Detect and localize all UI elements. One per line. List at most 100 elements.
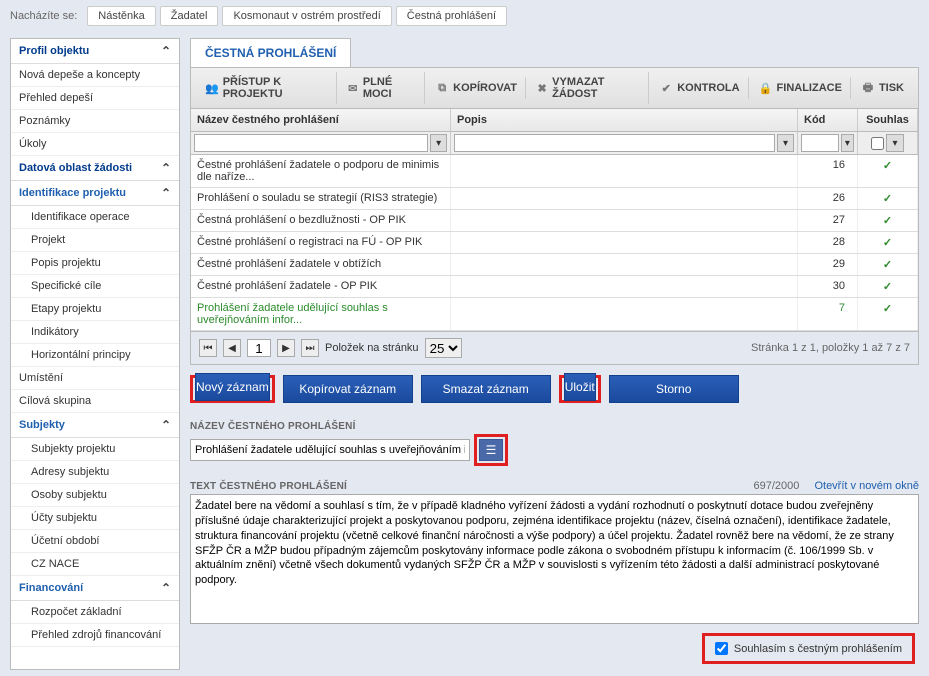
table-row[interactable]: Prohlášení o souladu se strategií (RIS3 … <box>191 188 918 210</box>
table-row[interactable]: Čestné prohlášení žadatele v obtížích29✓ <box>191 254 918 276</box>
char-counter: 697/2000 <box>754 480 800 492</box>
sidebar-item[interactable]: Horizontální principy <box>11 344 179 367</box>
table-row[interactable]: Čestná prohlášení o bezdlužnosti - OP PI… <box>191 210 918 232</box>
filter-icon[interactable]: ▾ <box>430 134 447 152</box>
cell-name: Čestné prohlášení o registraci na FÚ - O… <box>191 232 451 253</box>
sidebar-item-location[interactable]: Umístění <box>11 367 179 390</box>
sidebar-section-profile[interactable]: Profil objektu⌃ <box>11 39 179 64</box>
sidebar-item[interactable]: Indikátory <box>11 321 179 344</box>
pager-prev-icon[interactable]: ◀ <box>223 339 241 357</box>
cell-consent: ✓ <box>858 155 918 187</box>
sidebar-section-subjects[interactable]: Subjekty⌃ <box>11 413 179 438</box>
tool-check[interactable]: ✔KONTROLA <box>651 77 748 99</box>
new-button[interactable]: Nový záznam <box>195 373 270 401</box>
cell-code: 30 <box>798 276 858 297</box>
sidebar-item[interactable]: Poznámky <box>11 110 179 133</box>
sidebar-item[interactable]: Nová depeše a koncepty <box>11 64 179 87</box>
breadcrumb-item[interactable]: Kosmonaut v ostrém prostředí <box>222 6 391 26</box>
cell-consent: ✓ <box>858 298 918 330</box>
sidebar-item[interactable]: Rozpočet základní <box>11 601 179 624</box>
filter-icon[interactable]: ▾ <box>841 134 854 152</box>
sidebar-section-finance[interactable]: Financování⌃ <box>11 576 179 601</box>
check-icon: ✔ <box>659 81 673 95</box>
sidebar-item[interactable]: CZ NACE <box>11 553 179 576</box>
consent-label: Souhlasím s čestným prohlášením <box>734 643 902 655</box>
table-row[interactable]: Čestné prohlášení žadatele - OP PIK30✓ <box>191 276 918 298</box>
col-name[interactable]: Název čestného prohlášení <box>191 109 451 131</box>
action-bar: Nový záznam Kopírovat záznam Smazat zázn… <box>190 365 919 413</box>
cell-consent: ✓ <box>858 188 918 209</box>
cell-desc <box>451 254 798 275</box>
cell-desc <box>451 232 798 253</box>
cell-name: Prohlášení žadatele udělující souhlas s … <box>191 298 451 330</box>
sidebar-item[interactable]: Specifické cíle <box>11 275 179 298</box>
cell-code: 29 <box>798 254 858 275</box>
copy-record-button[interactable]: Kopírovat záznam <box>283 375 413 403</box>
sidebar-section-ident[interactable]: Identifikace projektu⌃ <box>11 181 179 206</box>
pager-next-icon[interactable]: ▶ <box>277 339 295 357</box>
sidebar-item[interactable]: Identifikace operace <box>11 206 179 229</box>
consent-checkbox[interactable] <box>715 642 728 655</box>
tool-print[interactable]: 🖶TISK <box>853 77 912 99</box>
breadcrumb-item[interactable]: Žadatel <box>160 6 219 26</box>
consent-checkbox-row[interactable]: Souhlasím s čestným prohlášením <box>707 638 910 659</box>
list-picker-icon[interactable]: ☰ <box>479 439 503 461</box>
sidebar-item-target[interactable]: Cílová skupina <box>11 390 179 413</box>
name-label: NÁZEV ČESTNÉHO PROHLÁŠENÍ <box>190 421 919 432</box>
tool-access[interactable]: 👥PŘÍSTUP K PROJEKTU <box>197 72 337 104</box>
table-row[interactable]: Čestné prohlášení o registraci na FÚ - O… <box>191 232 918 254</box>
table-row[interactable]: Čestné prohlášení žadatele o podporu de … <box>191 155 918 188</box>
cell-name: Čestné prohlášení žadatele - OP PIK <box>191 276 451 297</box>
pager-page-input[interactable] <box>247 339 271 357</box>
filter-icon[interactable]: ▾ <box>777 134 794 152</box>
open-new-window-link[interactable]: Otevřít v novém okně <box>814 480 919 492</box>
declaration-text-textarea[interactable]: Žadatel bere na vědomí a souhlasí s tím,… <box>190 494 919 624</box>
pager-perpage-select[interactable]: 25 <box>425 338 462 358</box>
tool-powers[interactable]: ✉PLNÉ MOCI <box>339 72 426 104</box>
sidebar-item[interactable]: Účty subjektu <box>11 507 179 530</box>
tab-declarations[interactable]: ČESTNÁ PROHLÁŠENÍ <box>190 38 351 67</box>
save-button[interactable]: Uložit <box>564 373 596 401</box>
cell-desc <box>451 155 798 187</box>
sidebar-item[interactable]: Účetní období <box>11 530 179 553</box>
people-icon: 👥 <box>205 81 219 95</box>
col-desc[interactable]: Popis <box>451 109 798 131</box>
filter-icon[interactable]: ▾ <box>886 134 904 152</box>
tool-finalize[interactable]: 🔒FINALIZACE <box>751 77 851 99</box>
sidebar-item[interactable]: Popis projektu <box>11 252 179 275</box>
text-header: TEXT ČESTNÉHO PROHLÁŠENÍ 697/2000 Otevří… <box>190 480 919 494</box>
sidebar-item[interactable]: Osoby subjektu <box>11 484 179 507</box>
table-row[interactable]: Prohlášení žadatele udělující souhlas s … <box>191 298 918 331</box>
pager-first-icon[interactable]: ⏮ <box>199 339 217 357</box>
breadcrumb-item[interactable]: Čestná prohlášení <box>396 6 507 26</box>
tool-delete[interactable]: ✖VYMAZAT ŽÁDOST <box>528 72 649 104</box>
sidebar-section-data[interactable]: Datová oblast žádosti⌃ <box>11 156 179 181</box>
tool-copy[interactable]: ⧉KOPÍROVAT <box>427 77 526 99</box>
cancel-button[interactable]: Storno <box>609 375 739 403</box>
filter-desc-input[interactable] <box>454 134 775 152</box>
sidebar-item[interactable]: Subjekty projektu <box>11 438 179 461</box>
delete-record-button[interactable]: Smazat záznam <box>421 375 551 403</box>
breadcrumb-item[interactable]: Nástěnka <box>87 6 155 26</box>
pager-info: Stránka 1 z 1, položky 1 až 7 z 7 <box>751 342 910 354</box>
sidebar-item[interactable]: Úkoly <box>11 133 179 156</box>
filter-code-input[interactable] <box>801 134 839 152</box>
sidebar-item[interactable]: Přehled depeší <box>11 87 179 110</box>
sidebar-item[interactable]: Etapy projektu <box>11 298 179 321</box>
col-consent[interactable]: Souhlas <box>858 109 918 131</box>
chevron-up-icon: ⌃ <box>161 44 171 58</box>
filter-name-input[interactable] <box>194 134 428 152</box>
sidebar-item[interactable]: Projekt <box>11 229 179 252</box>
filter-consent-checkbox[interactable] <box>871 137 884 150</box>
col-code[interactable]: Kód <box>798 109 858 131</box>
declaration-name-input[interactable] <box>190 439 470 461</box>
pager-last-icon[interactable]: ⏭ <box>301 339 319 357</box>
sidebar-item[interactable]: Přehled zdrojů financování <box>11 624 179 647</box>
cell-name: Čestné prohlášení žadatele o podporu de … <box>191 155 451 187</box>
chevron-up-icon: ⌃ <box>161 581 171 595</box>
print-icon: 🖶 <box>861 81 875 95</box>
mail-icon: ✉ <box>347 81 359 95</box>
pager-perpage-label: Položek na stránku <box>325 342 419 354</box>
breadcrumb-label: Nacházíte se: <box>10 10 77 22</box>
sidebar-item[interactable]: Adresy subjektu <box>11 461 179 484</box>
